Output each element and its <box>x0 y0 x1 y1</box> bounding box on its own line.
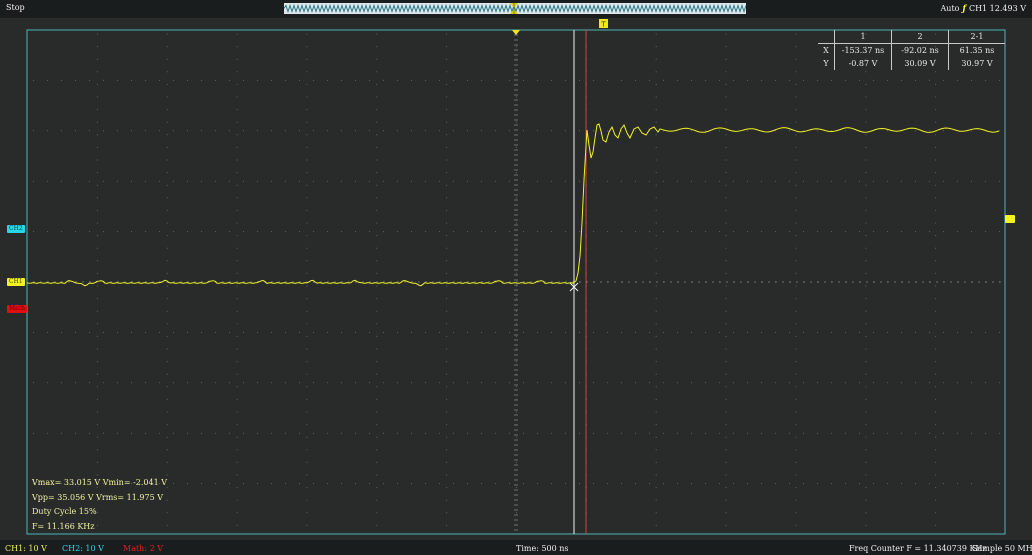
graticule-ticks <box>26 29 1001 531</box>
cursor-x2-value: -92.02 ns <box>891 43 949 57</box>
cursor-header-1: 1 <box>834 30 892 44</box>
cursor-header-2: 2 <box>891 30 949 44</box>
ch1-scale-label[interactable]: CH1: 10 V <box>5 544 47 553</box>
rising-edge-icon: ƒ <box>962 3 966 13</box>
waveform-display[interactable]: T 1 2 2-1 X -153.37 ns -92.02 ns 61.35 n… <box>0 18 1032 540</box>
ch1-trigger-level-marker[interactable] <box>1005 215 1015 223</box>
memory-depth-overview[interactable] <box>284 3 746 14</box>
trigger-position-marker[interactable] <box>512 30 520 35</box>
waveform-plot[interactable]: T <box>0 18 1032 540</box>
measurement-vmax-vmin: Vmax= 33.015 V Vmin= -2.041 V <box>32 478 167 487</box>
cursor-y-label: Y <box>823 59 829 68</box>
graticule-center-axes <box>26 29 1001 531</box>
math-scale-label[interactable]: Math: 2 V <box>123 544 163 553</box>
cursor-readout-table: 1 2 2-1 X -153.37 ns -92.02 ns 61.35 ns … <box>818 30 1005 70</box>
trigger-marker-label: T <box>600 21 606 29</box>
ch2-scale-label[interactable]: CH2: 10 V <box>62 544 104 553</box>
bottom-status-bar: CH1: 10 V CH2: 10 V Math: 2 V Time: 500 … <box>0 540 1032 555</box>
cursor-y2-value: 30.09 V <box>891 57 949 70</box>
top-status-bar: Stop Auto ƒ CH1 12.493 V <box>0 0 1032 18</box>
cursor-header-blank <box>818 30 835 44</box>
trigger-info[interactable]: Auto ƒ CH1 12.493 V <box>941 3 1026 13</box>
timebase-label[interactable]: Time: 500 ns <box>516 544 569 553</box>
cursor-y1-value: -0.87 V <box>834 57 892 70</box>
freq-counter-label: Freq Counter F = 11.340739 KHz <box>849 544 987 553</box>
measurement-vpp-vrms: Vpp= 35.056 V Vrms= 11.975 V <box>32 492 163 502</box>
run-status-label: Stop <box>6 3 25 12</box>
cursor-y-delta-value: 30.97 V <box>948 57 1005 70</box>
cursor-header-delta: 2-1 <box>948 30 1005 44</box>
trigger-level-label: CH1 12.493 V <box>968 4 1026 13</box>
cursor-x-label: X <box>823 46 829 55</box>
trigger-mode-label: Auto <box>940 4 960 13</box>
sample-rate-label: Sample 50 MHz <box>972 544 1032 553</box>
ch1-offset-marker[interactable]: CH1 <box>7 278 25 286</box>
math-offset-marker[interactable]: Math <box>7 305 27 313</box>
ch1-waveform-trace <box>26 123 1000 287</box>
cursor-x-delta-value: 61.35 ns <box>948 43 1005 57</box>
ch2-offset-marker[interactable]: CH2 <box>7 225 25 233</box>
measurement-panel: Vmax= 33.015 V Vmin= -2.041 V Vpp= 35.05… <box>32 476 167 534</box>
measurement-frequency: F= 11.166 KHz <box>32 521 95 531</box>
measurement-duty-cycle: Duty Cycle 15% <box>32 507 97 516</box>
cursor-x1-value: -153.37 ns <box>834 43 892 57</box>
